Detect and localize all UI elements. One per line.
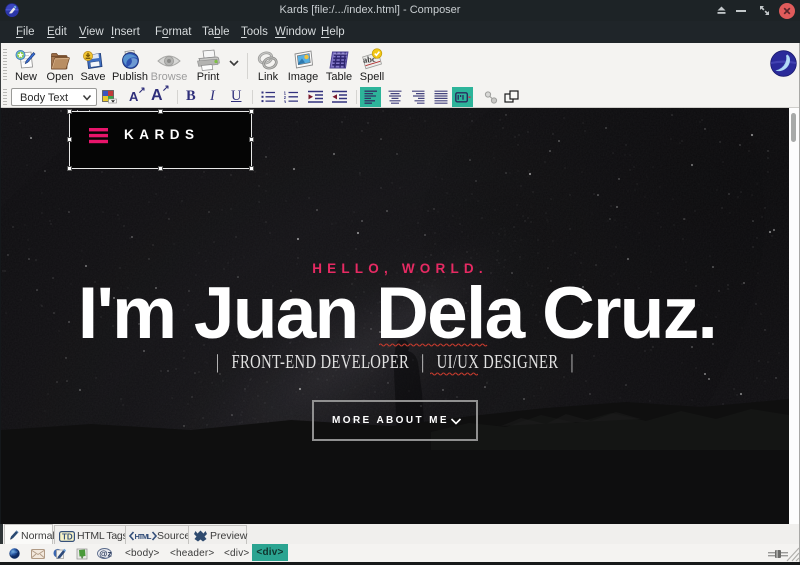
svg-text:TD: TD [62,532,73,541]
svg-text:@z: @z [99,548,112,558]
svg-text:3: 3 [284,99,287,103]
svg-text:HTML: HTML [135,532,152,541]
